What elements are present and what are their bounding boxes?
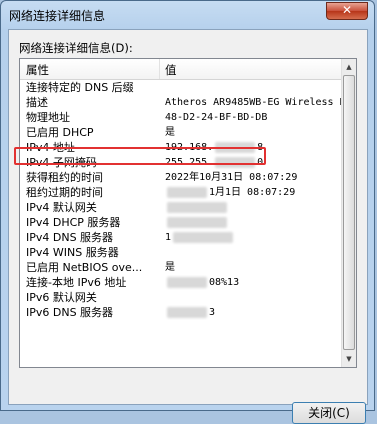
title-bar[interactable]: 网络连接详细信息 ✕ — [1, 1, 374, 29]
table-row[interactable]: IPv4 默认网关 — [20, 200, 344, 215]
value-cell: 是 — [165, 260, 345, 275]
dialog-body: 网络连接详细信息(D): 属性 值 连接特定的 DNS 后缀 描述 Atheros … — [8, 29, 368, 424]
ipv4-highlight-box — [14, 147, 266, 165]
property-cell: 已启用 DHCP — [26, 126, 94, 139]
redacted-value — [167, 276, 207, 288]
property-cell: 租约过期的时间 — [26, 186, 103, 199]
table-row[interactable]: IPv6 DNS 服务器 3 — [20, 305, 344, 320]
table-row[interactable]: 描述 Atheros AR9485WB-EG Wireless N — [20, 95, 345, 110]
window-title: 网络连接详细信息 — [9, 9, 106, 23]
table-row[interactable]: IPv4 DHCP 服务器 — [20, 215, 344, 230]
property-cell: IPv6 默认网关 — [26, 291, 97, 304]
value-cell — [165, 200, 345, 215]
property-cell: 描述 — [26, 96, 48, 109]
value-cell: 3 — [165, 305, 345, 320]
list-header: 属性 值 — [20, 59, 344, 80]
property-cell: 物理地址 — [26, 111, 70, 124]
table-row[interactable]: 连接-本地 IPv6 地址 08%13 — [20, 275, 344, 290]
table-row[interactable]: 物理地址 48-D2-24-BF-BD-DB — [20, 110, 344, 125]
property-cell: 获得租约的时间 — [26, 171, 103, 184]
value-text: 是 — [165, 127, 175, 138]
value-cell: 2022年10月31日 08:07:29 — [165, 170, 345, 185]
table-row[interactable]: IPv6 默认网关 — [20, 290, 344, 305]
column-property[interactable]: 属性 — [26, 62, 49, 78]
value-suffix: 08%13 — [209, 277, 240, 288]
property-cell: IPv4 默认网关 — [26, 201, 97, 214]
redacted-value — [167, 216, 227, 228]
value-suffix: 3 — [209, 307, 216, 318]
property-cell: 已启用 NetBIOS ove... — [26, 261, 143, 274]
value-text: 1 — [165, 232, 172, 243]
table-row[interactable]: IPv4 WINS 服务器 — [20, 245, 344, 260]
table-row[interactable]: 租约过期的时间 1月1日 08:07:29 — [20, 185, 344, 200]
value-cell: 08%13 — [165, 275, 345, 290]
property-cell: 连接特定的 DNS 后缀 — [26, 81, 134, 94]
details-label: 网络连接详细信息(D): — [19, 41, 133, 55]
property-cell: IPv6 DNS 服务器 — [26, 306, 114, 319]
list-rows: 连接特定的 DNS 后缀 描述 Atheros AR9485WB-EG Wirele… — [20, 80, 345, 320]
redacted-value — [173, 231, 234, 243]
redacted-value — [167, 186, 207, 198]
value-text: Atheros AR9485WB-EG Wireless N — [165, 97, 345, 108]
column-separator[interactable] — [159, 59, 160, 79]
value-cell: 1 — [165, 230, 345, 245]
vertical-scrollbar[interactable]: ▲ ▼ — [341, 59, 356, 367]
value-text: 2022年10月31日 08:07:29 — [165, 172, 298, 183]
property-cell: IPv4 DHCP 服务器 — [26, 216, 121, 229]
table-row[interactable]: 已启用 NetBIOS ove... 是 — [20, 260, 344, 275]
table-row[interactable]: IPv4 DNS 服务器 1 — [20, 230, 344, 245]
property-cell: IPv4 WINS 服务器 — [26, 246, 119, 259]
value-text: 48-D2-24-BF-BD-DB — [165, 112, 268, 123]
column-value[interactable]: 值 — [165, 62, 177, 78]
scroll-thumb[interactable] — [343, 75, 355, 350]
table-row[interactable]: 连接特定的 DNS 后缀 — [20, 80, 344, 95]
close-button[interactable]: 关闭(C) — [292, 402, 366, 424]
details-list[interactable]: 属性 值 连接特定的 DNS 后缀 描述 Atheros AR9485WB-EG W… — [19, 58, 357, 368]
close-icon[interactable]: ✕ — [326, 2, 368, 20]
value-suffix: 1月1日 08:07:29 — [209, 187, 296, 198]
value-cell: 48-D2-24-BF-BD-DB — [165, 110, 345, 125]
value-text: 是 — [165, 262, 175, 273]
scroll-up-icon[interactable]: ▲ — [343, 60, 355, 74]
redacted-value — [167, 201, 227, 213]
dialog-window: 网络连接详细信息 ✕ 网络连接详细信息(D): 属性 值 连接特定的 DNS 后… — [0, 0, 375, 424]
value-cell — [165, 215, 345, 230]
value-cell: Atheros AR9485WB-EG Wireless N — [165, 95, 345, 110]
value-cell: 1月1日 08:07:29 — [165, 185, 345, 200]
property-cell: IPv4 DNS 服务器 — [26, 231, 114, 244]
value-cell: 是 — [165, 125, 345, 140]
property-cell: 连接-本地 IPv6 地址 — [26, 276, 127, 289]
scroll-down-icon[interactable]: ▼ — [343, 352, 355, 366]
table-row[interactable]: 已启用 DHCP 是 — [20, 125, 344, 140]
table-row[interactable]: 获得租约的时间 2022年10月31日 08:07:29 — [20, 170, 344, 185]
redacted-value — [167, 306, 207, 318]
